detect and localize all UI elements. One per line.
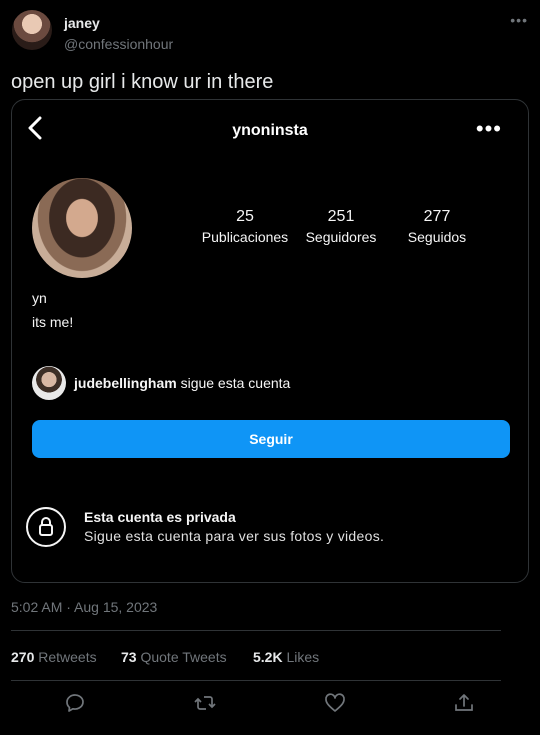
bio-text: its me!: [32, 314, 74, 330]
followed-by-line: judebellingham sigue esta cuenta: [74, 375, 290, 391]
author-avatar[interactable]: [12, 10, 52, 50]
divider: [11, 630, 501, 631]
divider: [11, 680, 501, 681]
retweet-icon[interactable]: [193, 691, 217, 715]
followed-by-username: judebellingham: [74, 375, 177, 391]
bio-name: yn: [32, 290, 47, 306]
stat-following-label: Seguidos: [407, 229, 467, 245]
reply-icon[interactable]: [63, 691, 87, 715]
author-handle[interactable]: @confessionhour: [64, 36, 173, 52]
stat-posts-value: 25: [236, 208, 254, 225]
profile-more-icon: •••: [475, 116, 502, 141]
private-account-title: Esta cuenta es privada: [84, 509, 236, 525]
retweets-metric[interactable]: 270 Retweets: [11, 649, 97, 665]
likes-count: 5.2K: [253, 649, 283, 665]
stat-followers-label: Seguidores: [305, 229, 377, 245]
quotes-metric[interactable]: 73 Quote Tweets: [121, 649, 227, 665]
private-account-subtitle: Sigue esta cuenta para ver sus fotos y v…: [84, 528, 385, 544]
follower-avatar: [32, 366, 66, 400]
likes-label: Likes: [282, 649, 320, 665]
stat-posts-label: Publicaciones: [201, 229, 289, 245]
tweet-text: open up girl i know ur in there: [11, 71, 274, 93]
stat-followers: 251 Seguidores: [296, 208, 386, 245]
quotes-label: Quote Tweets: [136, 649, 227, 665]
like-icon[interactable]: [323, 691, 347, 715]
retweets-label: Retweets: [34, 649, 97, 665]
lock-icon-ring: [26, 507, 66, 547]
author-name[interactable]: janey: [64, 15, 100, 31]
profile-username: ynoninsta: [232, 122, 308, 139]
tweet-timestamp[interactable]: 5:02 AM · Aug 15, 2023: [11, 599, 157, 615]
tweet-more-button[interactable]: •••: [510, 12, 528, 28]
follow-button: Seguir: [32, 420, 510, 458]
followed-by-suffix: sigue esta cuenta: [176, 375, 291, 391]
profile-picture: [32, 178, 132, 278]
lock-icon: [39, 517, 53, 536]
stat-posts: 25 Publicaciones: [190, 208, 300, 245]
embedded-image-card[interactable]: ynoninsta ••• 25 Publicaciones 251 Segui…: [11, 99, 529, 583]
quotes-count: 73: [121, 649, 137, 665]
stat-following-value: 277: [423, 208, 451, 225]
stat-followers-value: 251: [327, 208, 355, 225]
stat-following: 277 Seguidos: [392, 208, 482, 245]
likes-metric[interactable]: 5.2K Likes: [253, 649, 319, 665]
share-icon[interactable]: [452, 691, 476, 715]
retweets-count: 270: [11, 649, 35, 665]
